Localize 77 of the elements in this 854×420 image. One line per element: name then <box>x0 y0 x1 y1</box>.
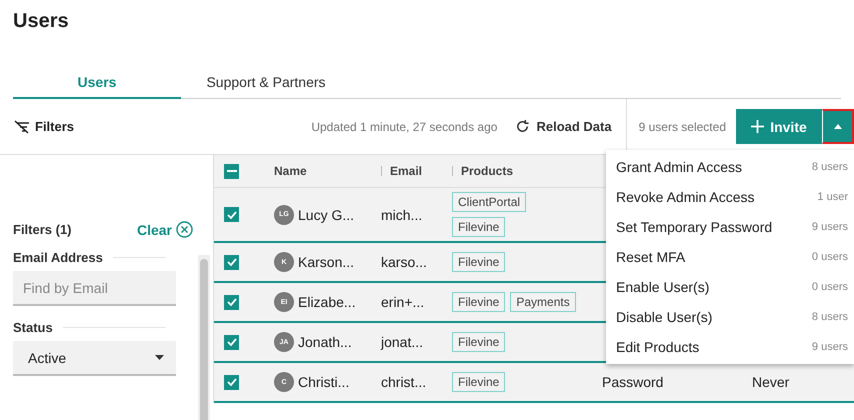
product-tag: Filevine <box>452 292 506 312</box>
column-header[interactable]: Name <box>274 164 381 178</box>
product-tag: ClientPortal <box>452 192 526 212</box>
invite-button[interactable]: Invite <box>736 109 822 144</box>
menu-item-label: Set Temporary Password <box>616 219 772 235</box>
menu-item[interactable]: Set Temporary Password 9 users <box>606 212 854 242</box>
user-email: erin+... <box>381 294 426 310</box>
clear-button[interactable]: Clear <box>136 221 193 238</box>
menu-item[interactable]: Reset MFA 0 users <box>606 242 854 272</box>
minus-icon <box>226 170 236 172</box>
check-icon <box>226 258 236 266</box>
table-cell-text: Never <box>752 374 790 390</box>
row-checkbox[interactable] <box>224 207 239 222</box>
refresh-icon <box>515 119 530 134</box>
user-name: Christi... <box>298 374 350 390</box>
user-count: 8 users <box>812 161 848 173</box>
table-cell-text: Password <box>602 374 664 390</box>
page-title: Users <box>12 9 70 34</box>
menu-item-label: Grant Admin Access <box>616 159 742 175</box>
filters-button[interactable]: Filters <box>13 119 74 134</box>
menu-item[interactable]: Edit Products 9 users <box>606 332 854 362</box>
select-all-checkbox[interactable] <box>224 164 239 178</box>
row-checkbox[interactable] <box>224 334 239 350</box>
tab[interactable]: Users <box>13 66 181 99</box>
email-search-field[interactable]: Find by Email <box>13 271 176 306</box>
selection-count: 9 users selected <box>638 120 726 134</box>
menu-item[interactable]: Grant Admin Access 8 users <box>606 152 854 182</box>
menu-item[interactable]: Revoke Admin Access 1 user <box>606 182 854 212</box>
user-email: mich... <box>381 206 424 222</box>
user-name: Karson... <box>298 254 354 270</box>
dropdown-toggle[interactable] <box>822 109 854 144</box>
user-count: 8 users <box>812 311 848 323</box>
scrollbar-thumb[interactable] <box>200 259 208 420</box>
row-checkbox[interactable] <box>224 254 239 270</box>
check-icon <box>226 210 236 218</box>
product-tag: Payments <box>510 292 576 312</box>
filters-heading: Filters (1) <box>13 222 72 237</box>
plus-icon <box>751 120 764 133</box>
filter-label: Email Address <box>13 250 103 265</box>
user-count: 0 users <box>812 281 848 293</box>
user-count: 1 user <box>817 191 848 203</box>
user-email: jonat... <box>381 334 424 350</box>
close-icon <box>176 221 193 238</box>
user-email: karso... <box>381 254 428 270</box>
product-tag: Filevine <box>452 372 506 392</box>
column-header[interactable]: Products <box>452 166 602 176</box>
user-name: Jonath... <box>298 334 352 350</box>
check-icon <box>226 378 236 386</box>
user-name: Lucy G... <box>298 206 354 222</box>
caret-icon <box>834 124 842 129</box>
filter-label: Status <box>13 320 53 335</box>
menu-item-label: Revoke Admin Access <box>616 189 755 205</box>
scrollbar[interactable] <box>198 255 210 420</box>
product-tag: Filevine <box>452 252 506 272</box>
check-icon <box>226 298 236 306</box>
menu-item-label: Disable User(s) <box>616 309 712 325</box>
column-header[interactable]: Email <box>381 166 452 176</box>
product-tag: Filevine <box>452 332 506 352</box>
user-name: Elizabe... <box>298 294 356 310</box>
user-email: christ... <box>381 374 428 390</box>
user-count: 0 users <box>812 251 848 263</box>
check-icon <box>226 338 236 346</box>
menu-item-label: Enable User(s) <box>616 279 710 295</box>
row-checkbox[interactable] <box>224 374 239 390</box>
menu-item-label: Edit Products <box>616 339 700 355</box>
user-count: 9 users <box>812 341 848 353</box>
menu-item[interactable]: Enable User(s) 0 users <box>606 272 854 302</box>
product-tag: Filevine <box>452 217 506 237</box>
tab[interactable]: Support & Partners <box>181 66 351 99</box>
caret-icon <box>155 355 164 360</box>
menu-item[interactable]: Disable User(s) 8 users <box>606 302 854 332</box>
filter-off-icon <box>13 120 31 134</box>
row-checkbox[interactable] <box>224 294 239 310</box>
menu-item-label: Reset MFA <box>616 249 686 265</box>
user-count: 9 users <box>812 221 848 233</box>
status-select[interactable]: Active <box>13 341 176 376</box>
updated-text: Updated 1 minute, 27 seconds ago <box>311 120 498 134</box>
